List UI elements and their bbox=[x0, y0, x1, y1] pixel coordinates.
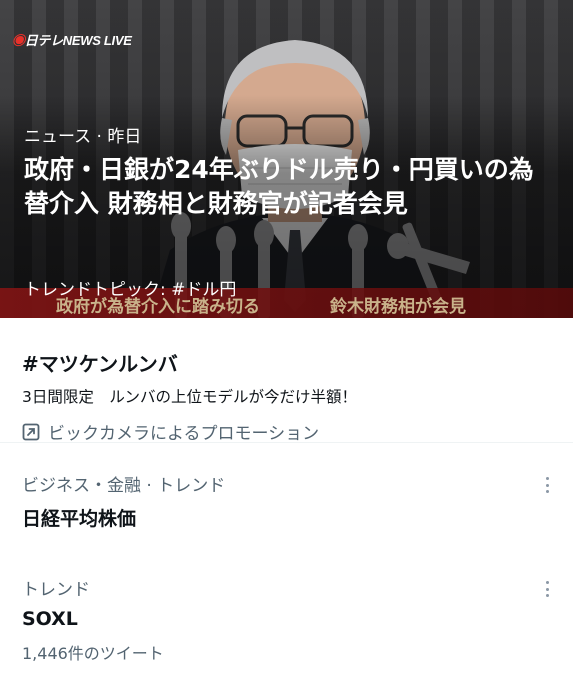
promoted-by: ビックカメラによるプロモーション bbox=[22, 419, 551, 444]
trend-category: トレンド bbox=[22, 580, 90, 600]
promoted-trend[interactable]: #マツケンルンバ 3日間限定 ルンバの上位モデルが今だけ半額！ ビックカメラによ… bbox=[0, 318, 573, 444]
news-headline[interactable]: 政府・日銀が24年ぶりドル売り・円買いの為替介入 財務相と財務官が記者会見 bbox=[24, 153, 553, 221]
tweet-count: 1,446件のツイート bbox=[22, 644, 164, 663]
channel-logo: ◉日テレNEWS LIVE bbox=[12, 33, 132, 48]
trending-topic[interactable]: トレンドトピック: #ドル円 bbox=[24, 275, 236, 300]
trend-name[interactable]: 日経平均株価 bbox=[22, 504, 551, 531]
trend-name[interactable]: SOXL bbox=[22, 608, 551, 630]
promoted-description: 3日間限定 ルンバの上位モデルが今だけ半額！ bbox=[22, 388, 358, 406]
tv-caption-right: 鈴木財務相が会見 bbox=[330, 297, 466, 317]
trend-category: ビジネス・金融 · トレンド bbox=[22, 476, 226, 496]
promoted-by-label: ビックカメラによるプロモーション bbox=[48, 424, 320, 444]
trend-item[interactable]: ビジネス・金融 · トレンド 日経平均株価 bbox=[0, 471, 573, 531]
news-hero-card[interactable]: ◉日テレNEWS LIVE 政府が為替介入に踏み切る 鈴木財務相が会見 ニュース… bbox=[0, 0, 573, 318]
more-options-icon[interactable] bbox=[541, 475, 553, 495]
trend-item[interactable]: トレンド SOXL 1,446件のツイート bbox=[0, 575, 573, 664]
more-options-icon[interactable] bbox=[541, 579, 553, 599]
promoted-arrow-icon bbox=[22, 423, 40, 440]
news-meta: ニュース · 昨日 bbox=[24, 127, 142, 147]
promoted-hashtag[interactable]: #マツケンルンバ bbox=[22, 348, 551, 377]
